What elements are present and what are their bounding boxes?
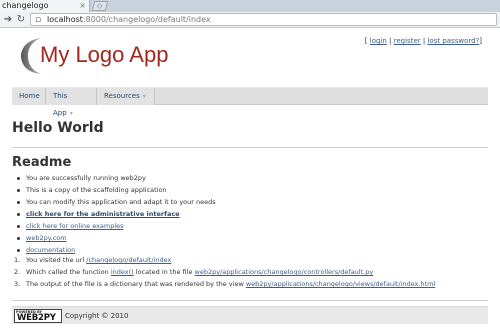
reload-icon[interactable]: ↻ [15, 14, 27, 26]
powered-by-web2py-badge[interactable]: POWERED BY WEB2PY [14, 309, 62, 323]
view-file-link[interactable]: web2py/applications/changelogo/views/def… [246, 280, 435, 288]
url-text: localhost:8000/changelogo/default/index [47, 14, 211, 26]
main-menu: Home This App ▾ Resources ▾ [12, 87, 488, 117]
menu-item-label: This App [53, 92, 68, 117]
browser-tab-title: changelogo [2, 1, 49, 10]
controller-file-link[interactable]: web2py/applications/changelogo/controlle… [195, 268, 374, 276]
bullet-icon [17, 176, 20, 180]
chevron-down-icon: ▾ [142, 93, 146, 100]
menu-item-this-app[interactable]: This App ▾ [46, 88, 96, 117]
bullet-icon [17, 212, 20, 216]
menu-item-home[interactable]: Home [12, 88, 45, 105]
documentation-link[interactable]: documentation [26, 246, 75, 254]
list-item-text: located in the file [133, 268, 195, 276]
url-path: :8000/changelogo/default/index [82, 15, 211, 24]
browser-tab-strip: changelogo × ◇ [0, 0, 500, 12]
copyright-text: Copyright © 2010 [65, 312, 129, 320]
page-footer: POWERED BY WEB2PY Copyright © 2010 [12, 306, 488, 324]
page-title: Hello World [12, 120, 104, 136]
new-tab-button[interactable]: ◇ [91, 1, 109, 11]
bullet-icon [17, 200, 20, 204]
url-link[interactable]: /changelogo/default/index [86, 256, 171, 264]
admin-interface-link[interactable]: click here for the administrative interf… [26, 210, 180, 218]
list-item-text: You can modify this application and adap… [26, 198, 216, 206]
logo-text: My Logo App [40, 42, 169, 67]
menu-item-label: Resources [104, 92, 140, 100]
address-bar[interactable]: ▫ localhost:8000/changelogo/default/inde… [30, 13, 497, 26]
lost-password-link[interactable]: lost password? [427, 37, 479, 45]
chevron-down-icon: ▾ [69, 110, 73, 117]
divider [12, 147, 488, 148]
bullet-icon [17, 248, 20, 252]
browser-toolbar: ➔ ↻ ▫ localhost:8000/changelogo/default/… [0, 12, 500, 28]
menu-item-label: Home [19, 92, 40, 100]
auth-links: [ login | register | lost password?] [365, 36, 482, 46]
list-item-text: Which called the function [26, 268, 111, 276]
list-number: 2. [14, 268, 21, 276]
forward-arrow-icon[interactable]: ➔ [2, 14, 14, 26]
register-link[interactable]: register [394, 37, 421, 45]
bracket-close: ] [479, 37, 482, 45]
bullet-icon [17, 224, 20, 228]
list-item-text: You visited the url [26, 256, 87, 264]
browser-tab[interactable]: changelogo × [0, 0, 90, 12]
plus-icon: ◇ [97, 2, 103, 10]
menu-divider [154, 88, 155, 105]
bullet-icon [17, 236, 20, 240]
web-page: My Logo App [ login | register | lost pa… [0, 28, 500, 332]
bracket-open: [ [364, 37, 368, 45]
list-item-text: You are successfully running web2py [26, 174, 146, 182]
list-item-text: This is a copy of the scaffolding applic… [26, 186, 167, 194]
page-icon: ▫ [35, 15, 42, 25]
list-number: 1. [14, 256, 21, 264]
close-icon[interactable]: × [79, 0, 86, 12]
separator: | [389, 37, 392, 45]
readme-heading: Readme [12, 155, 72, 170]
divider [12, 300, 488, 301]
login-link[interactable]: login [370, 37, 387, 45]
web2py-com-link[interactable]: web2py.com [26, 234, 67, 242]
url-host: localhost [47, 15, 83, 24]
online-examples-link[interactable]: click here for online examples [26, 222, 124, 230]
function-link[interactable]: index() [111, 268, 134, 276]
list-number: 3. [14, 280, 21, 288]
bullet-icon [17, 188, 20, 192]
list-item-text: The output of the file is a dictionary t… [26, 280, 246, 288]
badge-title: WEB2PY [17, 313, 56, 323]
menu-item-resources[interactable]: Resources ▾ [97, 88, 154, 105]
separator: | [422, 37, 426, 45]
